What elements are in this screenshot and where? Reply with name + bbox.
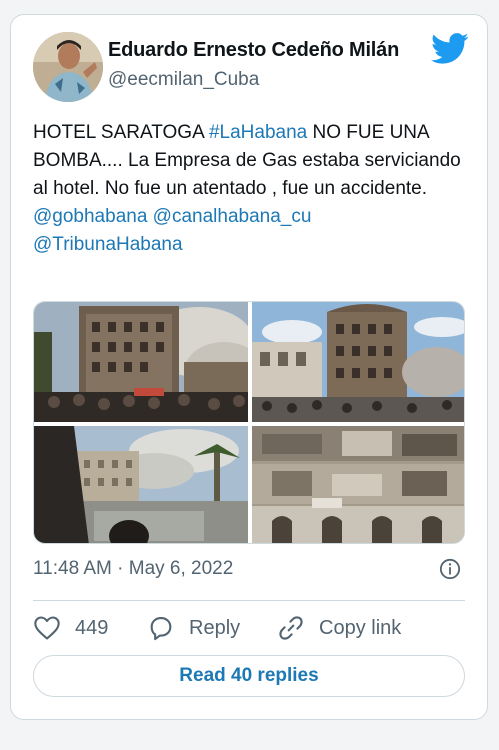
tweet-text: HOTEL SARATOGA #LaHabana NO FUE UNA BOMB… — [33, 119, 473, 259]
like-button[interactable]: 449 — [33, 613, 108, 643]
heart-icon — [34, 616, 60, 640]
reply-button[interactable]: Reply — [147, 613, 240, 643]
mention-tribunahabana[interactable]: @TribunaHabana — [33, 234, 183, 255]
tweet-text-part1: HOTEL SARATOGA — [33, 122, 209, 143]
divider — [33, 600, 465, 601]
author-handle[interactable]: @eecmilan_Cuba — [108, 69, 259, 91]
action-bar: 449 Reply Copy link — [33, 613, 465, 643]
avatar[interactable] — [33, 32, 103, 102]
hashtag-link[interactable]: #LaHabana — [209, 122, 307, 143]
info-icon[interactable] — [439, 558, 461, 580]
photo-3[interactable] — [34, 426, 248, 543]
tweet-timestamp[interactable]: 11:48 AM · May 6, 2022 — [33, 558, 233, 580]
mention-canalhabana[interactable]: @canalhabana_cu — [153, 206, 312, 227]
twitter-bird-icon[interactable] — [431, 33, 469, 65]
copy-link-button[interactable]: Copy link — [277, 613, 401, 643]
reply-label: Reply — [189, 616, 241, 639]
mention-gobhabana[interactable]: @gobhabana — [33, 206, 147, 227]
link-icon — [279, 616, 303, 640]
read-replies-button[interactable]: Read 40 replies — [33, 655, 465, 697]
like-count: 449 — [75, 616, 109, 639]
media-grid[interactable] — [33, 301, 465, 544]
copy-link-label: Copy link — [319, 616, 402, 639]
tweet-card: Eduardo Ernesto Cedeño Milán @eecmilan_C… — [10, 14, 488, 720]
photo-2[interactable] — [252, 302, 464, 422]
photo-4[interactable] — [252, 426, 464, 543]
author-name[interactable]: Eduardo Ernesto Cedeño Milán — [108, 39, 399, 62]
reply-icon — [150, 617, 172, 641]
photo-1[interactable] — [34, 302, 248, 422]
